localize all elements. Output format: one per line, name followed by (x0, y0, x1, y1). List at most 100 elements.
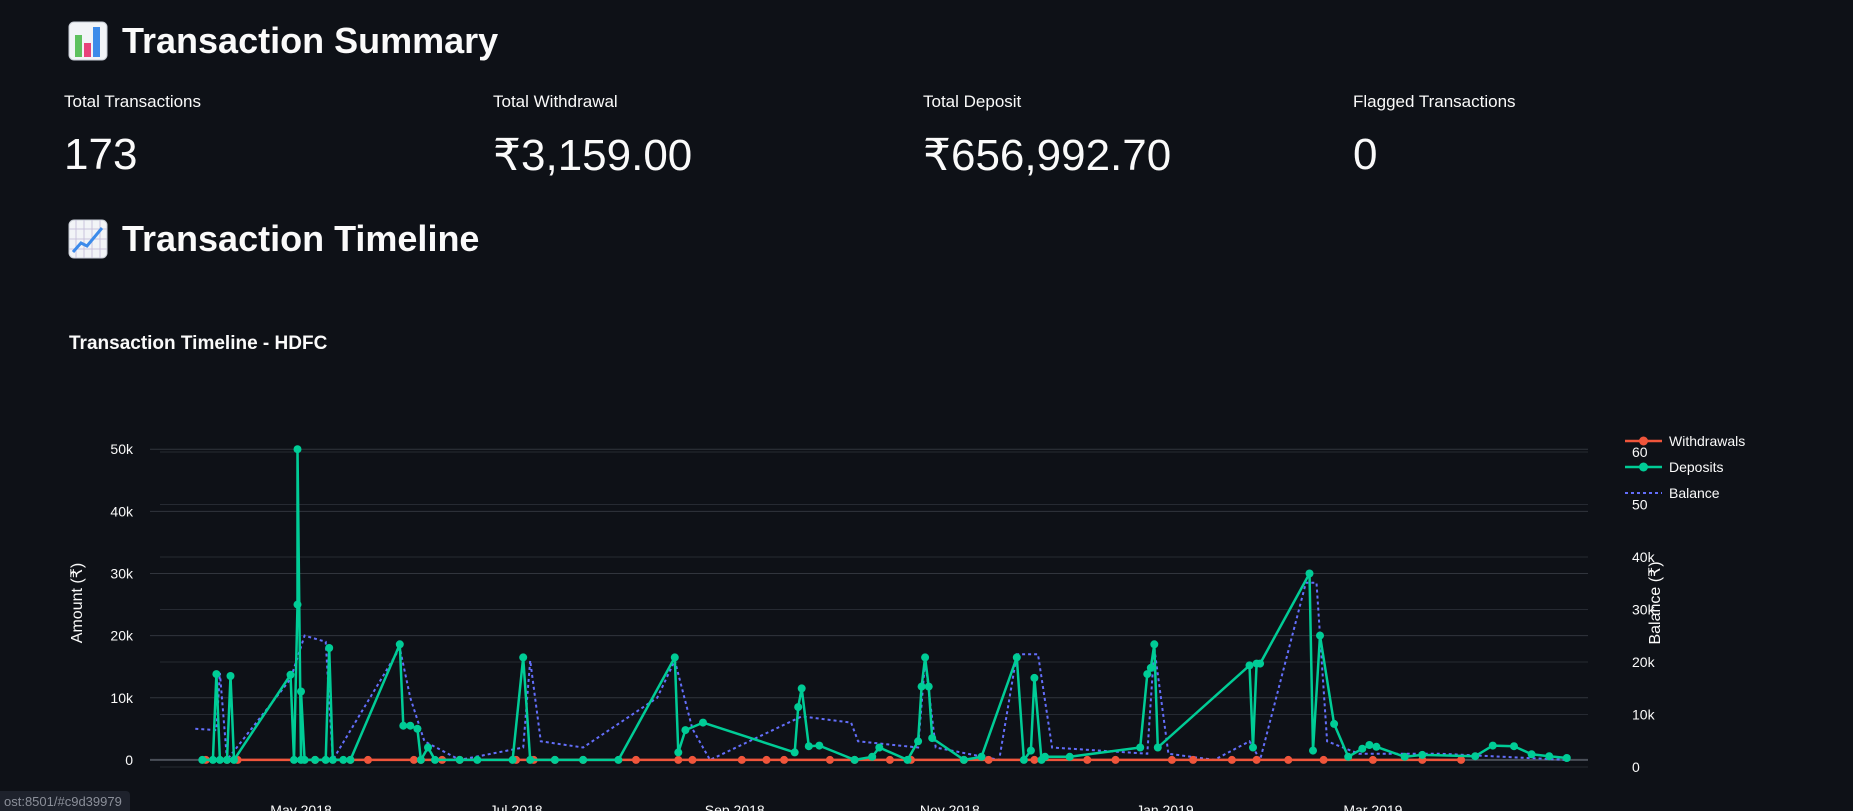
data-point (1083, 755, 1092, 764)
data-point (903, 755, 912, 764)
series-line (202, 447, 1567, 762)
data-point (550, 755, 559, 764)
data-point (1527, 750, 1536, 759)
y-tick-label: 20k (110, 628, 134, 644)
summary-heading: Transaction Summary (68, 20, 498, 62)
x-tick-label: Sep 2018 (705, 802, 765, 811)
metric-label: Total Withdrawal (493, 92, 618, 111)
legend-label: Withdrawals (1669, 433, 1745, 449)
data-point (868, 752, 877, 761)
data-point (924, 682, 933, 691)
data-point (364, 755, 372, 764)
data-point (1344, 752, 1353, 761)
data-point (1111, 755, 1120, 764)
data-point (1316, 631, 1324, 640)
series-withdrawals (201, 755, 1466, 764)
data-point (431, 755, 439, 764)
y2-axis-label: Balance (₹) (1647, 561, 1664, 644)
transaction-timeline-chart[interactable]: 0 10k 20k 30k 40k 50k 0 10k 20k 30k 40k 50 60 May 2… (0, 400, 1853, 811)
data-point (850, 755, 859, 764)
x-axis-ticks: May 2018 Jul 2018 Sep 2018 Nov 2018 Jan 2019… (270, 802, 1402, 811)
data-point (959, 755, 968, 764)
y-tick-label: 30k (110, 565, 134, 581)
data-point (875, 743, 884, 752)
data-point (1012, 653, 1021, 662)
data-point (928, 734, 937, 743)
y2-tick-label: 0 (1632, 759, 1640, 775)
grid-lines (150, 448, 1588, 768)
data-point (455, 755, 464, 764)
metric-total-withdrawal: Total Withdrawal ₹3,159.00 (493, 92, 913, 181)
data-point (614, 755, 623, 764)
series-deposits (198, 445, 1571, 764)
data-point (212, 670, 221, 679)
data-point (215, 755, 224, 764)
metric-label: Total Transactions (64, 92, 202, 111)
legend-label: Deposits (1669, 459, 1723, 475)
data-point (1309, 746, 1317, 755)
data-point (399, 721, 408, 730)
data-point (300, 755, 309, 764)
data-point (1252, 755, 1261, 764)
x-tick-label: Jan 2019 (1136, 802, 1194, 811)
y2-tick-label: 20k (1632, 654, 1656, 670)
data-point (208, 755, 217, 764)
metric-value: ₹3,159.00 (493, 131, 693, 180)
data-point (825, 755, 834, 764)
data-point (1030, 673, 1039, 682)
summary-title: Transaction Summary (122, 20, 499, 61)
data-point (519, 653, 528, 662)
data-point (914, 737, 923, 746)
y2-tick-label: 10k (1632, 707, 1656, 723)
data-point (1368, 755, 1377, 764)
y-tick-label: 40k (110, 503, 134, 519)
data-point (977, 752, 986, 761)
data-point (1562, 754, 1571, 762)
data-point (1167, 755, 1176, 764)
data-point (424, 743, 432, 752)
data-point (797, 684, 806, 693)
data-point (1365, 741, 1374, 749)
chart-title: Transaction Timeline - HDFC (69, 333, 328, 354)
data-point (921, 653, 930, 662)
data-point (325, 644, 334, 652)
data-point (579, 755, 588, 764)
data-point (223, 755, 231, 764)
timeline-title: Transaction Timeline (122, 218, 480, 259)
data-point (674, 755, 683, 764)
chart-legend[interactable]: Withdrawals Deposits Balance (1625, 433, 1745, 501)
data-point (790, 748, 799, 757)
data-point (1030, 755, 1039, 764)
data-point (1153, 743, 1162, 752)
data-point (699, 718, 707, 727)
data-point (1545, 752, 1554, 761)
metric-total-deposit: Total Deposit ₹656,992.70 (923, 92, 1343, 181)
legend-item-deposits[interactable]: Deposits (1625, 459, 1723, 475)
metric-value: ₹656,992.70 (923, 131, 1172, 180)
y-tick-label: 50k (110, 441, 134, 457)
data-point (311, 755, 320, 764)
x-tick-label: Mar 2019 (1343, 802, 1402, 811)
y-axis-label: Amount (₹) (69, 563, 86, 643)
metric-value: 173 (64, 130, 138, 179)
y-axis-ticks: 0 10k 20k 30k 40k 50k (110, 441, 134, 768)
bar-chart-icon (68, 21, 108, 61)
data-point (885, 755, 894, 764)
data-point (1471, 752, 1480, 761)
y-tick-label: 0 (125, 752, 133, 768)
data-point (286, 670, 295, 679)
data-point (737, 755, 746, 764)
data-point (395, 640, 404, 649)
data-point (1400, 752, 1409, 761)
data-point (508, 755, 517, 764)
x-tick-label: Nov 2018 (920, 802, 980, 811)
metric-label: Total Deposit (923, 92, 1022, 111)
data-point (670, 653, 679, 662)
data-point (297, 687, 305, 696)
data-point (416, 755, 425, 764)
data-point (1249, 743, 1257, 752)
data-point (230, 755, 238, 764)
y2-tick-label: 50 (1632, 497, 1648, 513)
data-point (1330, 719, 1339, 728)
data-point (1358, 744, 1367, 753)
